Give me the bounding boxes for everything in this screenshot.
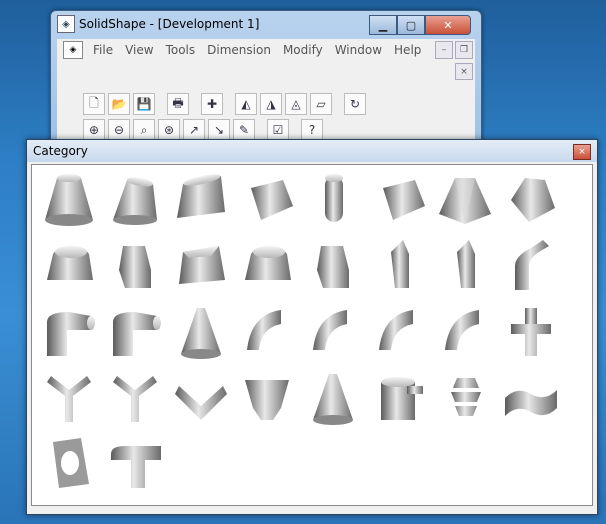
helix-screw-icon[interactable]	[432, 365, 498, 431]
tapered-elbow-icon[interactable]	[432, 299, 498, 365]
open-icon[interactable]: 📂	[108, 93, 130, 115]
help-icon[interactable]: ?	[301, 119, 323, 141]
plate-hole-icon[interactable]	[36, 431, 102, 497]
segment-elbow-a-icon[interactable]	[300, 299, 366, 365]
category-list	[31, 164, 593, 506]
menu-tools[interactable]: Tools	[160, 43, 202, 57]
toolbar-separator	[335, 93, 341, 115]
square-to-round-icon[interactable]	[432, 167, 498, 233]
oblique-cone-icon[interactable]	[102, 167, 168, 233]
mdi-close-bar: ×	[57, 61, 475, 82]
cone-branch-icon[interactable]	[300, 365, 366, 431]
measure-c-icon[interactable]: ✎	[233, 119, 255, 141]
menu-view[interactable]: View	[119, 43, 159, 57]
toolbar-separator	[258, 119, 264, 141]
y-junction-icon[interactable]	[102, 365, 168, 431]
measure-a-icon[interactable]: ↗	[183, 119, 205, 141]
toolbar-separator	[192, 93, 198, 115]
slanted-cylinder-icon[interactable]	[366, 167, 432, 233]
shape-d-icon[interactable]: ▱	[310, 93, 332, 115]
rounded-elbow-icon[interactable]	[102, 299, 168, 365]
toolbar-separator	[292, 119, 298, 141]
save-icon[interactable]: 💾	[133, 93, 155, 115]
square-hopper-icon[interactable]	[102, 233, 168, 299]
perforated-cone-icon[interactable]	[234, 167, 300, 233]
trouser-pipe-icon[interactable]	[102, 431, 168, 497]
mdi-minimize-button[interactable]: –	[435, 41, 453, 59]
rect-hopper-icon[interactable]	[168, 233, 234, 299]
category-title: Category	[33, 144, 88, 158]
toolbar-separator	[158, 93, 164, 115]
cylinder-cut-icon[interactable]	[300, 167, 366, 233]
main-title-bar[interactable]: ◈ SolidShape - [Development 1] ▁ ▢ ✕	[57, 15, 475, 35]
cross-axis-icon[interactable]: ✚	[201, 93, 223, 115]
shape-grid	[36, 167, 564, 497]
menu-file[interactable]: File	[87, 43, 119, 57]
v-pipe-icon[interactable]	[168, 365, 234, 431]
mdi-restore-button[interactable]: ❐	[455, 41, 473, 59]
category-close-button[interactable]: ×	[573, 144, 591, 160]
offset-cone-icon[interactable]	[168, 167, 234, 233]
mdi-buttons: – ❐	[435, 41, 473, 59]
properties-icon[interactable]: ☑	[267, 119, 289, 141]
bend-elbow-icon[interactable]	[234, 299, 300, 365]
print-icon[interactable]: 🖶	[167, 93, 189, 115]
category-dialog: Category ×	[26, 139, 598, 515]
cylinder-branch-icon[interactable]	[366, 365, 432, 431]
round-to-oval-icon[interactable]	[36, 233, 102, 299]
elbow-pipe-icon[interactable]	[498, 233, 564, 299]
window-title: SolidShape - [Development 1]	[79, 17, 260, 31]
hex-transition-icon[interactable]	[366, 233, 432, 299]
toolbar-row-2: ⊕ ⊖ ⌕ ⊛ ↗ ↘ ✎ ☑?	[83, 119, 323, 141]
app-icon: ◈	[57, 15, 75, 33]
tee-pipe-icon[interactable]	[498, 299, 564, 365]
category-title-bar[interactable]: Category ×	[27, 140, 597, 162]
y-branch-icon[interactable]	[36, 365, 102, 431]
close-button[interactable]: ✕	[425, 15, 471, 35]
twisted-sheet-icon[interactable]	[498, 365, 564, 431]
menu-modify[interactable]: Modify	[277, 43, 329, 57]
document-icon[interactable]: ◈	[63, 41, 83, 59]
menu-dimension[interactable]: Dimension	[201, 43, 277, 57]
shape-b-icon[interactable]: ◮	[260, 93, 282, 115]
shape-a-icon[interactable]: ◭	[235, 93, 257, 115]
cone-frustum-icon[interactable]	[36, 167, 102, 233]
refresh-icon[interactable]: ↻	[344, 93, 366, 115]
miter-elbow-icon[interactable]	[36, 299, 102, 365]
oval-transition-icon[interactable]	[300, 233, 366, 299]
maximize-button[interactable]: ▢	[397, 15, 425, 35]
new-icon[interactable]: 🗋	[83, 93, 105, 115]
zoom-all-icon[interactable]: ⊛	[158, 119, 180, 141]
segment-elbow-b-icon[interactable]	[366, 299, 432, 365]
menu-window[interactable]: Window	[329, 43, 388, 57]
measure-b-icon[interactable]: ↘	[208, 119, 230, 141]
toolbar-separator	[226, 93, 232, 115]
toolbar-row-1: 🗋 📂 💾 🖶 ✚ ◭ ◮ ◬ ▱ ↻	[83, 93, 366, 115]
oval-frustum-icon[interactable]	[234, 233, 300, 299]
mdi-close-button[interactable]: ×	[455, 63, 473, 80]
minimize-button[interactable]: ▁	[369, 15, 397, 35]
funnel-icon[interactable]	[168, 299, 234, 365]
caption-buttons: ▁ ▢ ✕	[369, 15, 471, 35]
shape-c-icon[interactable]: ◬	[285, 93, 307, 115]
zoom-out-icon[interactable]: ⊖	[108, 119, 130, 141]
zoom-window-icon[interactable]: ⌕	[133, 119, 155, 141]
pyramid-transition-icon[interactable]	[498, 167, 564, 233]
menu-help[interactable]: Help	[388, 43, 427, 57]
breeches-icon[interactable]	[234, 365, 300, 431]
hex-prism-icon[interactable]	[432, 233, 498, 299]
menu-bar: ◈ File View Tools Dimension Modify Windo…	[57, 39, 475, 62]
zoom-in-icon[interactable]: ⊕	[83, 119, 105, 141]
